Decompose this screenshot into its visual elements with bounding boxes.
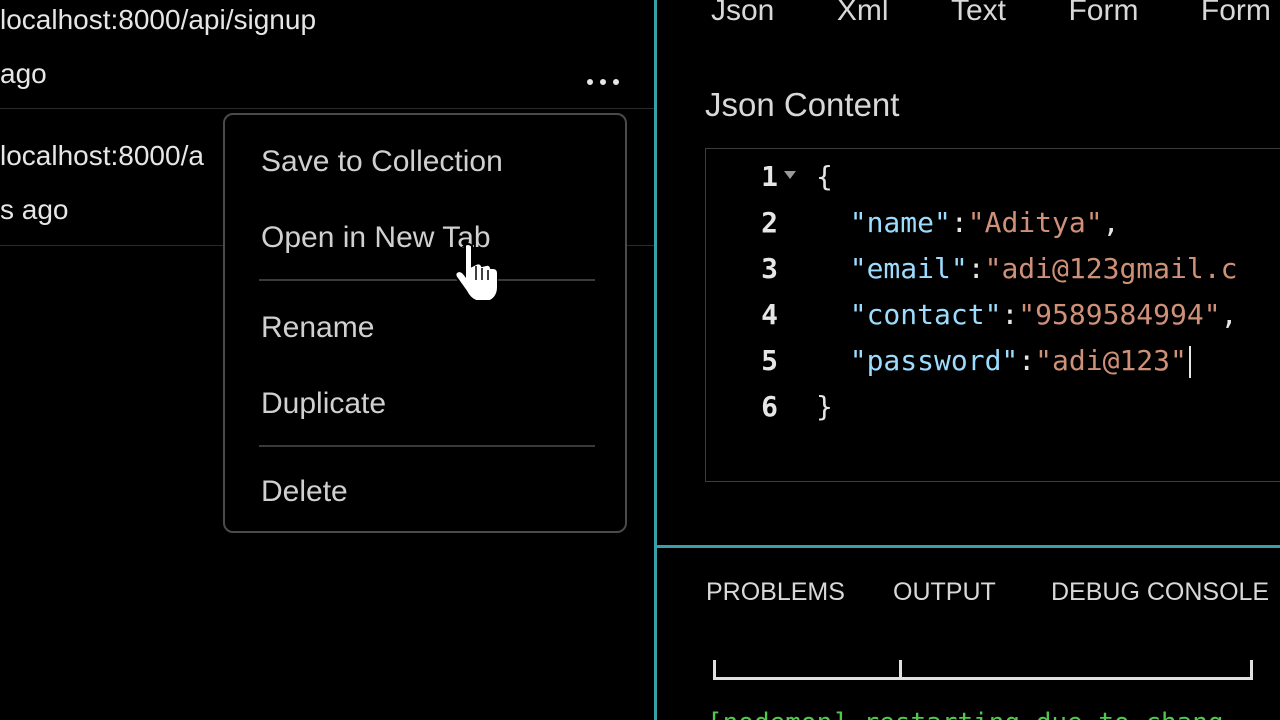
code-token: , xyxy=(1102,206,1120,239)
code-token: "email" xyxy=(849,252,968,285)
line-number: 2 xyxy=(761,206,778,239)
terminal-divider xyxy=(713,660,1253,680)
code-text: "password":"adi@123" xyxy=(816,341,1191,381)
code-token: "adi@123" xyxy=(1035,344,1187,377)
ellipsis-icon[interactable] xyxy=(578,64,628,100)
bottom-panel: PROBLEMS OUTPUT DEBUG CONSOLE [nodemon] … xyxy=(657,548,1280,720)
line-number: 3 xyxy=(761,252,778,285)
history-list: localhost:8000/api/signup ago localhost:… xyxy=(0,0,654,720)
tab-form[interactable]: Form xyxy=(1068,0,1138,28)
history-item-time: s ago xyxy=(0,194,69,225)
code-text: "name":"Aditya", xyxy=(816,203,1120,243)
menu-item-rename[interactable]: Rename xyxy=(261,311,374,345)
code-token: , xyxy=(1220,298,1238,331)
tab-text[interactable]: Text xyxy=(951,0,1006,28)
terminal-output-line: [nodemon] restarting due to chang xyxy=(707,708,1224,720)
code-text: "email":"adi@123gmail.c xyxy=(816,249,1238,289)
line-number: 4 xyxy=(761,298,778,331)
code-token: "contact" xyxy=(849,298,1002,331)
menu-item-duplicate[interactable]: Duplicate xyxy=(261,387,386,421)
code-text: "contact":"9589584994", xyxy=(816,295,1238,335)
text-caret xyxy=(1188,346,1191,378)
menu-item-delete[interactable]: Delete xyxy=(261,475,348,509)
code-token: "9589584994" xyxy=(1018,298,1221,331)
request-body-panel: Json Xml Text Form Form Json Content 1 {2… xyxy=(657,0,1280,545)
body-type-tabs: Json Xml Text Form Form xyxy=(711,0,1280,34)
code-token: : xyxy=(967,252,985,285)
code-token: : xyxy=(1018,344,1036,377)
code-text: { xyxy=(816,157,833,197)
code-token: "Aditya" xyxy=(967,206,1103,239)
code-token: "adi@123gmail.c xyxy=(984,252,1238,285)
section-title: Json Content xyxy=(705,86,900,123)
history-item-url: localhost:8000/api/signup xyxy=(0,4,317,35)
code-token: } xyxy=(816,390,833,423)
code-text: } xyxy=(816,387,833,427)
line-number: 6 xyxy=(761,390,778,423)
code-token: "password" xyxy=(849,344,1019,377)
history-item[interactable]: localhost:8000/api/signup ago xyxy=(0,0,654,109)
tab-output[interactable]: OUTPUT xyxy=(893,578,996,607)
code-token: : xyxy=(1001,298,1019,331)
tab-xml[interactable]: Xml xyxy=(837,0,889,28)
line-number: 1 xyxy=(761,160,778,193)
code-token: : xyxy=(950,206,968,239)
history-item-url: localhost:8000/a xyxy=(0,140,204,171)
context-menu: Save to Collection Open in New Tab Renam… xyxy=(223,113,627,533)
code-token: "name" xyxy=(849,206,951,239)
hand-cursor-icon xyxy=(454,243,498,302)
menu-divider xyxy=(259,279,595,281)
terminal-divider-tick xyxy=(899,660,902,680)
tab-problems[interactable]: PROBLEMS xyxy=(706,578,845,607)
fold-chevron-icon[interactable] xyxy=(784,171,796,179)
tab-form-encoded[interactable]: Form xyxy=(1201,0,1271,28)
tab-debug-console[interactable]: DEBUG CONSOLE xyxy=(1051,578,1269,607)
code-token: { xyxy=(816,160,833,193)
line-number: 5 xyxy=(761,344,778,377)
history-item-time: ago xyxy=(0,58,47,89)
json-editor[interactable]: 1{2 "name":"Aditya", 3 "email":"adi@123gm… xyxy=(705,148,1280,482)
menu-item-save-to-collection[interactable]: Save to Collection xyxy=(261,145,503,179)
menu-divider xyxy=(259,445,595,447)
tab-json[interactable]: Json xyxy=(711,0,774,28)
